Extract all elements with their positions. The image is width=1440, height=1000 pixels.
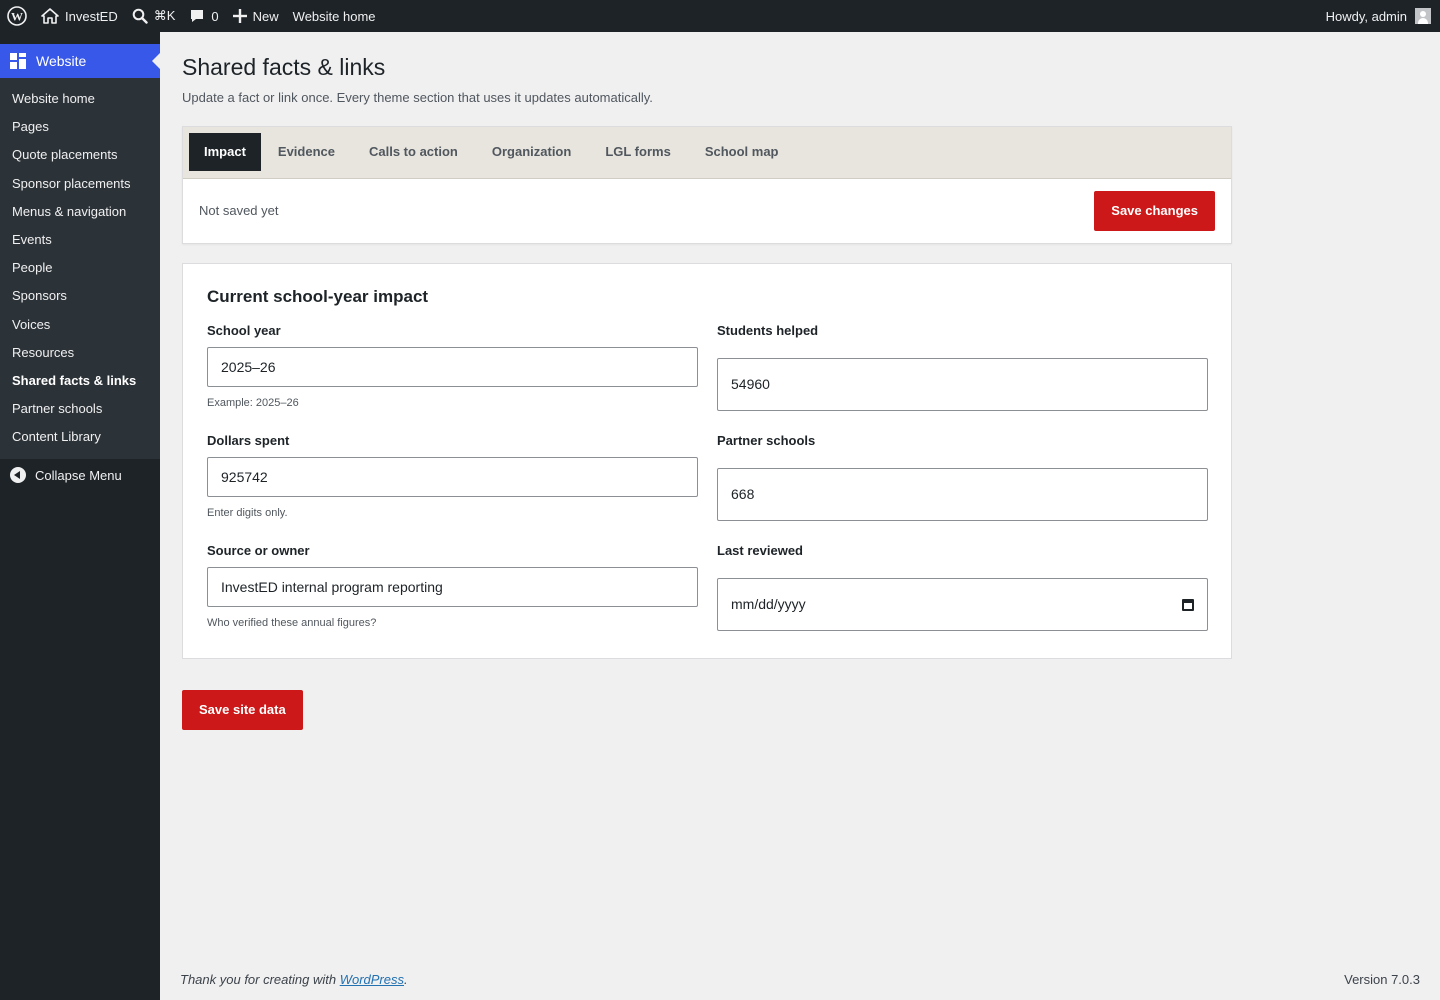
sidebar-item-pages[interactable]: Pages xyxy=(0,113,160,141)
footer-thanks-prefix: Thank you for creating with xyxy=(180,972,340,987)
last-reviewed-date-input[interactable]: mm/dd/yyyy xyxy=(717,578,1208,632)
partner-schools-input[interactable]: 668 xyxy=(717,468,1208,522)
school-year-hint: Example: 2025–26 xyxy=(207,397,299,410)
source-owner-label: Source or owner xyxy=(207,543,310,559)
students-helped-label: Students helped xyxy=(717,323,819,339)
dollars-spent-field: Dollars spent 925742 Enter digits only. xyxy=(207,433,698,543)
website-home-label: Website home xyxy=(292,8,376,24)
school-year-label: School year xyxy=(207,323,281,339)
sidebar-item-sponsors[interactable]: Sponsors xyxy=(0,282,160,310)
collapse-menu-button[interactable]: Collapse Menu xyxy=(0,459,160,491)
search-icon xyxy=(132,8,148,24)
tab-evidence[interactable]: Evidence xyxy=(261,133,352,171)
school-year-field: School year 2025–26 Example: 2025–26 xyxy=(207,323,698,433)
save-changes-button[interactable]: Save changes xyxy=(1094,190,1215,231)
command-palette-button[interactable]: ⌘K xyxy=(125,0,183,32)
avatar xyxy=(1415,8,1431,24)
sidebar-submenu: Website home Pages Quote placements Spon… xyxy=(0,78,160,460)
version-label: Version 7.0.3 xyxy=(1344,972,1420,987)
tab-impact[interactable]: Impact xyxy=(189,133,261,172)
last-reviewed-placeholder: mm/dd/yyyy xyxy=(731,596,806,613)
plus-icon xyxy=(232,9,247,23)
home-icon xyxy=(41,8,59,24)
students-helped-field: Students helped 54960 xyxy=(717,323,1208,433)
sidebar-item-shared-facts-links[interactable]: Shared facts & links xyxy=(0,367,160,395)
calendar-icon[interactable] xyxy=(1182,598,1194,611)
comment-icon xyxy=(191,10,204,22)
tab-school-map[interactable]: School map xyxy=(688,133,796,171)
save-status: Not saved yet xyxy=(199,203,279,219)
wordpress-logo-icon: W xyxy=(7,6,27,26)
source-owner-hint: Who verified these annual figures? xyxy=(207,617,377,630)
sidebar-item-voices[interactable]: Voices xyxy=(0,311,160,339)
tabs-panel: Impact Evidence Calls to action Organiza… xyxy=(182,125,1232,244)
dashboard-grid-icon xyxy=(10,53,26,69)
comments-count: 0 xyxy=(211,8,219,24)
account-menu[interactable]: Howdy, admin xyxy=(1319,0,1440,32)
sidebar-item-resources[interactable]: Resources xyxy=(0,339,160,367)
collapse-menu-label: Collapse Menu xyxy=(35,467,122,483)
save-bar: Not saved yet Save changes xyxy=(183,179,1231,243)
dollars-spent-hint: Enter digits only. xyxy=(207,507,288,520)
footer-thanks: Thank you for creating with WordPress. xyxy=(180,972,408,987)
impact-fields: School year 2025–26 Example: 2025–26 Stu… xyxy=(207,323,1208,653)
impact-card: Current school-year impact School year 2… xyxy=(182,262,1232,659)
sidebar-section-website[interactable]: Website xyxy=(0,44,160,78)
sidebar-item-people[interactable]: People xyxy=(0,254,160,282)
sidebar-item-website-home[interactable]: Website home xyxy=(0,85,160,113)
website-home-link[interactable]: Website home xyxy=(286,0,383,32)
sidebar-item-partner-schools[interactable]: Partner schools xyxy=(0,395,160,423)
source-owner-input[interactable]: InvestED internal program reporting xyxy=(207,567,698,608)
sidebar-item-sponsor-placements[interactable]: Sponsor placements xyxy=(0,170,160,198)
main-content: Shared facts & links Update a fact or li… xyxy=(182,32,1232,730)
new-content-button[interactable]: New xyxy=(226,0,286,32)
wordpress-logo-button[interactable]: W xyxy=(0,0,34,32)
admin-bar: W InvestED ⌘K 0 New Website home Howdy, … xyxy=(0,0,1440,32)
dollars-spent-input[interactable]: 925742 xyxy=(207,457,698,498)
tab-organization[interactable]: Organization xyxy=(475,133,588,171)
tab-calls-to-action[interactable]: Calls to action xyxy=(352,133,475,171)
dollars-spent-label: Dollars spent xyxy=(207,433,290,449)
school-year-input[interactable]: 2025–26 xyxy=(207,347,698,388)
tab-lgl-forms[interactable]: LGL forms xyxy=(588,133,688,171)
sidebar-item-quote-placements[interactable]: Quote placements xyxy=(0,141,160,169)
sidebar-section-label: Website xyxy=(36,53,87,69)
command-shortcut: ⌘K xyxy=(153,8,176,23)
wordpress-link[interactable]: WordPress xyxy=(340,972,404,987)
comments-link[interactable]: 0 xyxy=(182,0,225,32)
page-title: Shared facts & links xyxy=(182,54,386,80)
impact-card-title: Current school-year impact xyxy=(207,286,429,306)
partner-schools-label: Partner schools xyxy=(717,433,816,449)
source-owner-field: Source or owner InvestED internal progra… xyxy=(207,543,698,653)
save-site-data-button[interactable]: Save site data xyxy=(182,689,303,730)
sidebar-item-content-library[interactable]: Content Library xyxy=(0,423,160,451)
svg-text:W: W xyxy=(11,10,23,24)
new-label: New xyxy=(252,8,279,24)
site-name: InvestED xyxy=(65,8,118,24)
admin-footer: Thank you for creating with WordPress. V… xyxy=(180,972,1420,987)
tab-bar: Impact Evidence Calls to action Organiza… xyxy=(183,126,1231,179)
page-description: Update a fact or link once. Every theme … xyxy=(182,89,653,105)
greeting: Howdy, admin xyxy=(1325,8,1407,24)
collapse-arrow-icon xyxy=(10,467,26,484)
sidebar-item-events[interactable]: Events xyxy=(0,226,160,254)
admin-sidebar: Website Website home Pages Quote placeme… xyxy=(0,32,160,1000)
footer-thanks-suffix: . xyxy=(404,972,408,987)
site-name-link[interactable]: InvestED xyxy=(34,0,125,32)
sidebar-item-menus-navigation[interactable]: Menus & navigation xyxy=(0,198,160,226)
partner-schools-field: Partner schools 668 xyxy=(717,433,1208,543)
students-helped-input[interactable]: 54960 xyxy=(717,358,1208,412)
last-reviewed-field: Last reviewed mm/dd/yyyy xyxy=(717,543,1208,653)
last-reviewed-label: Last reviewed xyxy=(717,543,803,559)
